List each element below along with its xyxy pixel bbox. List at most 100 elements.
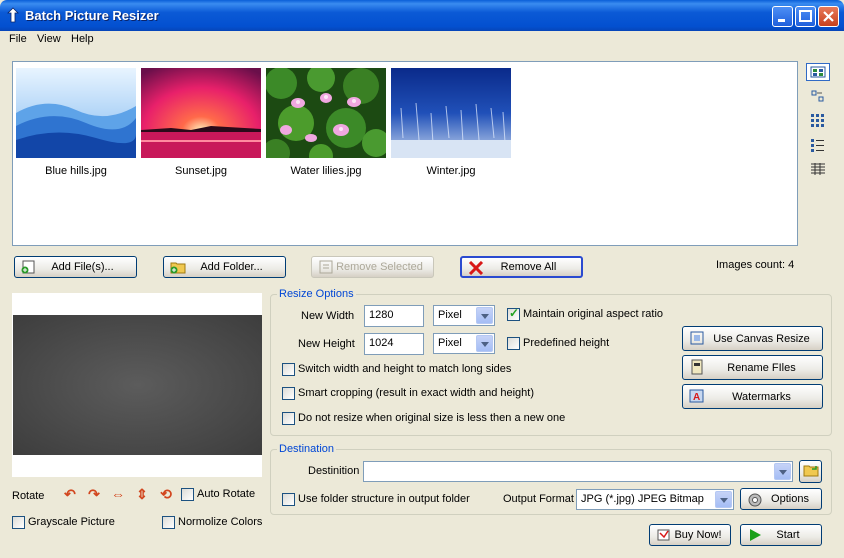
height-input[interactable]: 1024	[364, 333, 424, 355]
canvas-resize-button[interactable]: Use Canvas Resize	[682, 326, 823, 351]
folder-structure-label: Use folder structure in output folder	[298, 493, 470, 505]
cart-icon	[656, 528, 672, 542]
thumbnail-label: Winter.jpg	[426, 165, 476, 177]
normalize-label: Normolize Colors	[178, 516, 263, 528]
add-folder-button[interactable]: Add Folder...	[163, 256, 286, 278]
watermark-icon: A	[689, 388, 705, 403]
view-icons-icon[interactable]	[806, 111, 830, 129]
play-icon	[747, 528, 763, 542]
switch-sides-checkbox[interactable]	[282, 363, 295, 376]
rotate-right-icon[interactable]: ↷	[86, 486, 102, 502]
canvas-icon	[689, 330, 705, 345]
gear-icon	[747, 492, 763, 507]
images-count: Images count: 4	[716, 259, 795, 271]
remove-all-label: Remove All	[500, 261, 557, 273]
add-folder-icon	[170, 260, 186, 274]
rename-files-label: Rename FIles	[727, 361, 796, 374]
menu-bar	[0, 31, 844, 49]
buy-now-label: Buy Now!	[674, 529, 722, 541]
thumbnail-sunset[interactable]	[141, 68, 261, 158]
rename-icon	[689, 359, 705, 375]
thumbnail-label: Blue hills.jpg	[45, 165, 107, 177]
width-label: New Width	[301, 310, 355, 322]
browse-folder-button[interactable]	[799, 460, 822, 483]
remove-selected-label: Remove Selected	[336, 261, 423, 273]
watermarks-button[interactable]: A Watermarks	[682, 384, 823, 409]
thumbnail-label: Sunset.jpg	[175, 165, 227, 177]
remove-all-button[interactable]: Remove All	[460, 256, 583, 278]
add-files-button[interactable]: Add File(s)...	[14, 256, 137, 278]
output-format-label: Output Format	[503, 493, 574, 505]
remove-selected-button[interactable]: Remove Selected	[311, 256, 434, 278]
output-format-value: JPG (*.jpg) JPEG Bitmap	[581, 493, 704, 505]
start-button[interactable]: Start	[740, 524, 822, 546]
no-resize-smaller-label: Do not resize when original size is less…	[298, 412, 566, 424]
destination-combo[interactable]	[363, 461, 793, 482]
view-list-icon[interactable]	[806, 136, 830, 154]
height-unit-value: Pixel	[438, 337, 462, 349]
options-button[interactable]: Options	[740, 488, 822, 510]
thumbnail-winter[interactable]	[391, 68, 511, 158]
switch-sides-label: Switch width and height to match long si…	[298, 363, 512, 375]
thumbnail-blue-hills[interactable]	[16, 68, 136, 158]
watermarks-label: Watermarks	[732, 390, 791, 403]
add-folder-label: Add Folder...	[200, 261, 263, 273]
width-unit-select[interactable]: Pixel	[433, 305, 495, 326]
no-resize-smaller-checkbox[interactable]	[282, 412, 295, 425]
close-button[interactable]	[818, 6, 839, 27]
add-file-icon	[21, 260, 37, 274]
predefined-height-label: Predefined height	[523, 337, 610, 349]
view-details-icon[interactable]	[806, 160, 830, 178]
resize-options-legend: Resize Options	[277, 288, 356, 300]
flip-vertical-icon[interactable]: ⇕	[134, 486, 150, 502]
svg-text:A: A	[693, 392, 700, 403]
rotate-label: Rotate	[12, 490, 45, 502]
width-unit-value: Pixel	[438, 309, 462, 321]
thumbnail-water-lilies[interactable]	[262, 64, 390, 168]
auto-rotate-label: Auto Rotate	[197, 488, 256, 500]
window-title: Batch Picture Resizer	[25, 8, 159, 23]
height-label: New Height	[298, 338, 355, 350]
chevron-down-icon	[476, 335, 493, 352]
predefined-height-checkbox[interactable]	[507, 337, 520, 350]
add-files-label: Add File(s)...	[51, 261, 114, 273]
image-list[interactable]: Blue hills.jpg Sunset.jpg Water lilies.j…	[12, 61, 798, 246]
maximize-button[interactable]	[795, 6, 816, 27]
chevron-down-icon	[774, 463, 791, 480]
canvas-resize-label: Use Canvas Resize	[713, 332, 810, 345]
rotate-180-icon[interactable]: ⟲	[158, 486, 174, 502]
output-format-select[interactable]: JPG (*.jpg) JPEG Bitmap	[576, 489, 734, 510]
thumbnail-label: Water lilies.jpg	[290, 165, 362, 177]
red-x-icon	[468, 260, 484, 276]
start-label: Start	[776, 529, 800, 541]
minimize-button[interactable]	[772, 6, 793, 27]
folder-icon	[803, 463, 819, 480]
rotate-left-icon[interactable]: ↶	[62, 486, 78, 502]
chevron-down-icon	[715, 491, 732, 508]
buy-now-button[interactable]: Buy Now!	[649, 524, 731, 546]
chevron-down-icon	[476, 307, 493, 324]
menu-view[interactable]: View	[37, 33, 61, 45]
folder-structure-checkbox[interactable]	[282, 493, 295, 506]
app-icon	[6, 7, 20, 23]
maintain-aspect-checkbox[interactable]	[507, 306, 520, 321]
view-thumbnails-icon[interactable]	[806, 63, 830, 81]
options-label: Options	[771, 493, 809, 505]
normalize-checkbox[interactable]	[162, 516, 175, 529]
width-input[interactable]: 1280	[364, 305, 424, 327]
grayscale-label: Grayscale Picture	[28, 516, 115, 528]
preview-image	[13, 315, 262, 455]
rename-files-button[interactable]: Rename FIles	[682, 355, 823, 380]
destination-legend: Destination	[277, 443, 337, 455]
destination-label: Destinition	[308, 465, 360, 477]
flip-horizontal-icon[interactable]: ⇔	[110, 486, 126, 502]
maintain-aspect-label: Maintain original aspect ratio	[523, 308, 664, 320]
menu-help[interactable]: Help	[71, 33, 94, 45]
smart-crop-checkbox[interactable]	[282, 387, 295, 400]
auto-rotate-checkbox[interactable]	[181, 488, 194, 501]
height-unit-select[interactable]: Pixel	[433, 333, 495, 354]
remove-selected-icon	[318, 260, 334, 274]
menu-file[interactable]: File	[9, 33, 27, 45]
grayscale-checkbox[interactable]	[12, 516, 25, 529]
view-tiles-icon[interactable]	[806, 87, 830, 105]
